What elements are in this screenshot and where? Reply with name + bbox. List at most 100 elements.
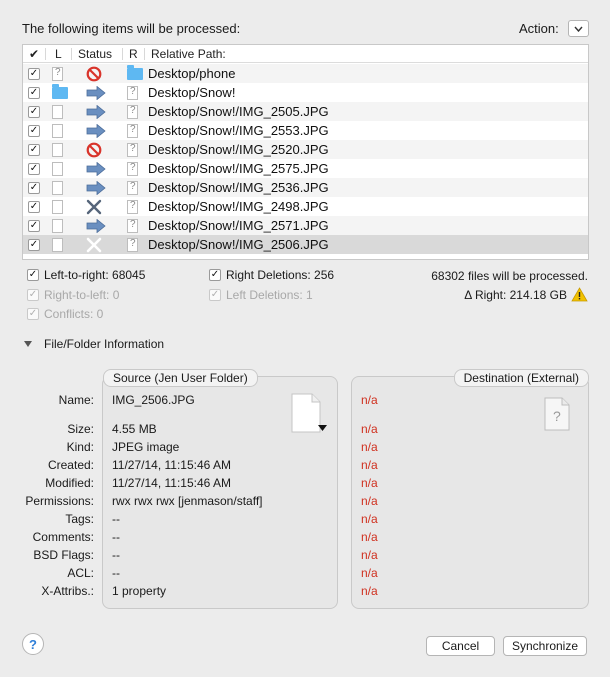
warning-icon — [571, 287, 588, 302]
col-left-header[interactable]: L — [55, 47, 62, 61]
source-info-value: -- — [112, 548, 120, 562]
arrow-right-icon[interactable] — [86, 83, 106, 102]
table-row[interactable]: ✓ Desktop/Snow!/IMG_2571.JPG — [23, 216, 588, 235]
destination-info-value: n/a — [361, 584, 378, 598]
table-row[interactable]: ✓ Desktop/Snow! — [23, 83, 588, 102]
right-to-left-label: Right-to-left: 0 — [44, 288, 120, 302]
source-info-value: rwx rwx rwx [jenmason/staff] — [112, 494, 263, 508]
info-label: Permissions: — [25, 494, 94, 508]
left-deletions-label: Left Deletions: 1 — [226, 288, 313, 302]
source-info-value: JPEG image — [112, 440, 180, 454]
right-deletions-checkbox[interactable]: ✓ — [209, 269, 221, 281]
row-include-checkbox[interactable]: ✓ — [28, 143, 40, 156]
arrow-right-icon[interactable] — [86, 102, 106, 121]
col-status-header[interactable]: Status — [78, 47, 112, 61]
info-label: BSD Flags: — [33, 548, 94, 562]
source-file-preview[interactable] — [291, 393, 327, 435]
row-include-checkbox[interactable]: ✓ — [28, 162, 40, 175]
folder-icon — [127, 64, 143, 83]
source-info-value: -- — [112, 512, 120, 526]
arrow-right-icon[interactable] — [86, 159, 106, 178]
document-icon — [52, 102, 63, 121]
document-icon — [52, 235, 63, 254]
table-row[interactable]: ✓ Desktop/Snow!/IMG_2553.JPG — [23, 121, 588, 140]
row-include-checkbox[interactable]: ✓ — [28, 105, 40, 118]
doc-question-icon — [127, 159, 138, 178]
dropdown-arrow-icon[interactable] — [318, 425, 327, 431]
left-to-right-label: Left-to-right: 68045 — [44, 268, 146, 282]
left-to-right-option[interactable]: ✓ Left-to-right: 68045 — [27, 268, 145, 282]
relative-path: Desktop/Snow!/IMG_2575.JPG — [148, 161, 329, 176]
unknown-document-icon: ? — [544, 397, 570, 431]
table-row[interactable]: ✓ Desktop/Snow!/IMG_2536.JPG — [23, 178, 588, 197]
synchronize-button[interactable]: Synchronize — [503, 636, 587, 656]
document-icon — [291, 393, 321, 433]
source-info-value: -- — [112, 566, 120, 580]
col-check-header[interactable]: ✔ — [29, 47, 39, 61]
destination-file-preview: ? — [544, 397, 570, 434]
cross-white-icon[interactable] — [86, 235, 102, 254]
relative-path: Desktop/phone — [148, 66, 236, 81]
document-icon — [52, 178, 63, 197]
relative-path: Desktop/Snow!/IMG_2536.JPG — [148, 180, 329, 195]
row-include-checkbox[interactable]: ✓ — [28, 200, 40, 213]
info-label: Name: — [58, 393, 94, 407]
arrow-right-icon[interactable] — [86, 216, 106, 235]
table-row[interactable]: ✓ Desktop/Snow!/IMG_2520.JPG — [23, 140, 588, 159]
document-icon — [52, 159, 63, 178]
row-include-checkbox[interactable]: ✓ — [28, 181, 40, 194]
table-row[interactable]: ✓ Desktop/Snow!/IMG_2575.JPG — [23, 159, 588, 178]
delta-right-readout: Δ Right: 214.18 GB — [464, 287, 588, 302]
arrow-right-icon[interactable] — [86, 121, 106, 140]
row-include-checkbox[interactable]: ✓ — [28, 124, 40, 137]
relative-path: Desktop/Snow!/IMG_2571.JPG — [148, 218, 329, 233]
source-info-value: 11/27/14, 11:15:46 AM — [112, 476, 231, 490]
files-processed-text: 68302 files will be processed. — [431, 269, 588, 283]
cancel-button[interactable]: Cancel — [426, 636, 495, 656]
left-deletions-checkbox: ✓ — [209, 289, 221, 301]
table-row[interactable]: ✓ Desktop/Snow!/IMG_2505.JPG — [23, 102, 588, 121]
left-to-right-checkbox[interactable]: ✓ — [27, 269, 39, 281]
doc-question-icon — [127, 121, 138, 140]
right-to-left-option: ✓ Right-to-left: 0 — [27, 288, 119, 302]
table-row[interactable]: ✓ Desktop/Snow!/IMG_2498.JPG — [23, 197, 588, 216]
cross-icon[interactable] — [86, 197, 102, 216]
document-icon — [52, 216, 63, 235]
items-table[interactable]: ✔ L Status R Relative Path: ✓ Desktop/pho… — [22, 44, 589, 260]
relative-path: Desktop/Snow!/IMG_2505.JPG — [148, 104, 329, 119]
table-row[interactable]: ✓ Desktop/Snow!/IMG_2506.JPG — [23, 235, 588, 254]
relative-path: Desktop/Snow!/IMG_2506.JPG — [148, 237, 329, 252]
col-right-header[interactable]: R — [129, 47, 138, 61]
relative-path: Desktop/Snow!/IMG_2498.JPG — [148, 199, 329, 214]
info-label: Modified: — [45, 476, 94, 490]
disclosure-triangle-icon[interactable] — [24, 341, 32, 347]
table-header: ✔ L Status R Relative Path: — [23, 45, 588, 63]
delta-right-text: Δ Right: 214.18 GB — [464, 287, 567, 302]
row-include-checkbox[interactable]: ✓ — [28, 86, 40, 99]
conflicts-checkbox: ✓ — [27, 308, 39, 320]
file-info-section-label: File/Folder Information — [44, 337, 165, 351]
no-entry-icon[interactable] — [86, 140, 102, 159]
action-menu-button[interactable] — [568, 20, 589, 37]
destination-info-value: n/a — [361, 530, 378, 544]
help-button[interactable]: ? — [22, 633, 44, 655]
table-row[interactable]: ✓ Desktop/phone — [23, 64, 588, 83]
row-include-checkbox[interactable]: ✓ — [28, 67, 40, 80]
row-include-checkbox[interactable]: ✓ — [28, 219, 40, 232]
arrow-right-icon[interactable] — [86, 178, 106, 197]
col-path-header[interactable]: Relative Path: — [151, 47, 226, 61]
right-to-left-checkbox: ✓ — [27, 289, 39, 301]
file-info-disclosure[interactable]: File/Folder Information — [24, 337, 164, 351]
doc-question-icon — [127, 235, 138, 254]
dialog-heading: The following items will be processed: — [22, 21, 241, 36]
destination-info-value: n/a — [361, 512, 378, 526]
left-deletions-option: ✓ Left Deletions: 1 — [209, 288, 313, 302]
destination-info-value: n/a — [361, 494, 378, 508]
row-include-checkbox[interactable]: ✓ — [28, 238, 40, 251]
no-entry-icon[interactable] — [86, 64, 102, 83]
right-deletions-label: Right Deletions: 256 — [226, 268, 335, 282]
source-panel-title: Source (Jen User Folder) — [103, 369, 258, 387]
doc-question-icon — [52, 64, 63, 83]
right-deletions-option[interactable]: ✓ Right Deletions: 256 — [209, 268, 334, 282]
destination-info-value: n/a — [361, 566, 378, 580]
